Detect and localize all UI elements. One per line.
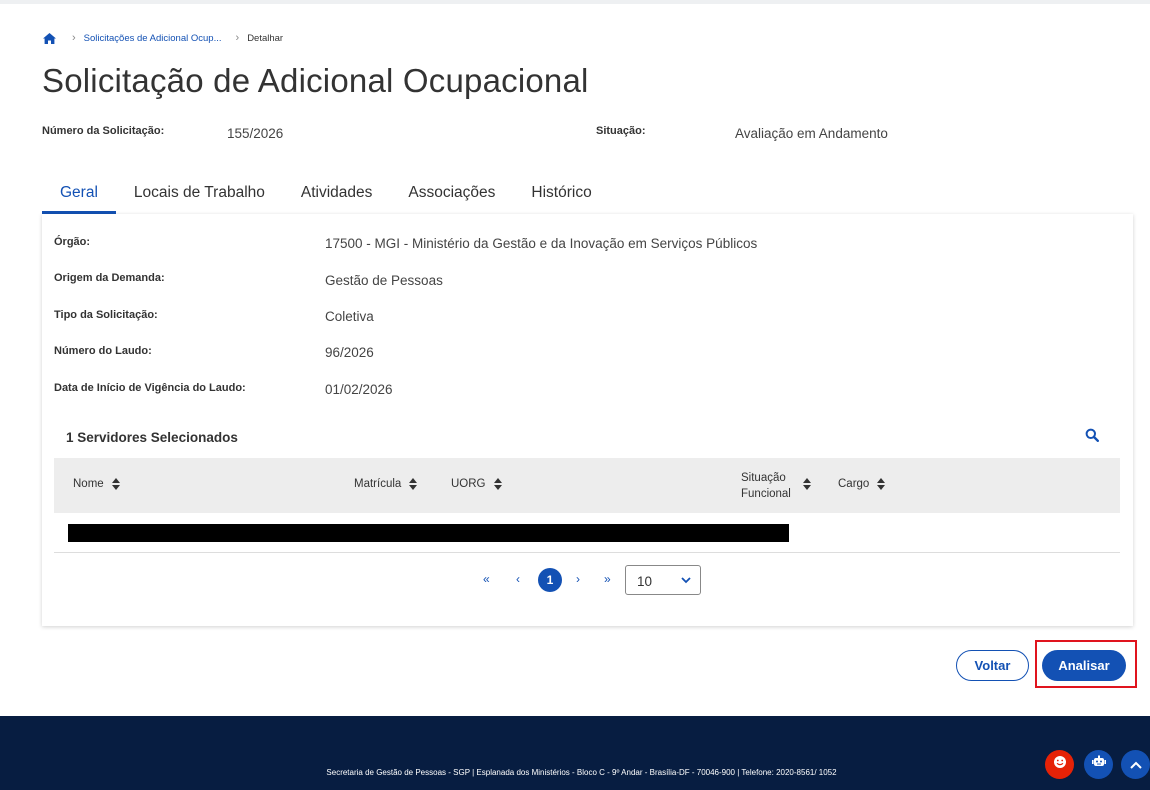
origem-demanda-value: Gestão de Pessoas [325,273,443,288]
home-icon[interactable] [42,31,58,45]
table-row[interactable] [54,513,1120,553]
column-header-situacao-funcional[interactable]: Situação Funcional [741,470,791,502]
numero-laudo-value: 96/2026 [325,345,374,360]
tab-associacoes[interactable]: Associações [390,176,513,214]
orgao-label: Órgão: [54,236,91,248]
smiley-icon [1053,755,1067,774]
origem-demanda-label: Origem da Demanda: [54,272,165,284]
chevron-up-icon [1129,756,1142,774]
numero-solicitacao-value: 155/2026 [227,126,284,141]
numero-laudo-label: Número do Laudo: [54,345,152,357]
column-header-cargo[interactable]: Cargo [838,478,886,490]
situacao-label: Situação: [596,125,646,137]
numero-solicitacao-label: Número da Solicitação: [42,125,165,137]
sort-icon[interactable] [409,478,418,490]
column-header-situacao-line1: Situação [741,472,786,484]
servers-section-title: 1 Servidores Selecionados [66,430,238,445]
orgao-value: 17500 - MGI - Ministério da Gestão e da … [325,236,758,251]
tab-locais-de-trabalho[interactable]: Locais de Trabalho [116,176,283,214]
items-per-page-select[interactable]: 10 [625,565,701,595]
column-header-uorg[interactable]: UORG [451,478,502,490]
column-header-nome-label: Nome [73,478,104,490]
redacted-row-content [68,524,789,542]
feedback-button[interactable] [1045,750,1074,779]
robot-icon [1091,755,1107,774]
footer-text: Secretaria de Gestão de Pessoas - SGP | … [326,768,837,777]
column-header-situacao-line2: Funcional [741,488,791,500]
top-border [0,0,1150,4]
data-inicio-vigencia-label: Data de Início de Vigência do Laudo: [54,382,246,394]
column-header-matricula[interactable]: Matrícula [354,478,418,490]
sort-icon[interactable] [877,478,886,490]
analisar-button[interactable]: Analisar [1042,650,1126,681]
sort-icon[interactable] [493,478,502,490]
column-header-uorg-label: UORG [451,478,486,490]
sort-icon[interactable] [803,478,811,490]
sort-icon[interactable] [111,478,120,490]
pagination-current-page[interactable]: 1 [538,568,562,592]
pagination-prev-button[interactable]: ‹ [516,572,520,586]
tipo-solicitacao-label: Tipo da Solicitação: [54,309,158,321]
pagination-first-button[interactable]: « [483,572,490,586]
tab-historico[interactable]: Histórico [513,176,609,214]
details-panel: Órgão: 17500 - MGI - Ministério da Gestã… [42,214,1133,626]
tab-bar: Geral Locais de Trabalho Atividades Asso… [42,176,610,214]
pagination-last-button[interactable]: » [604,572,611,586]
column-header-matricula-label: Matrícula [354,478,402,490]
chevron-right-icon: › [72,32,76,44]
chevron-right-icon: › [235,32,240,44]
servers-table-header: Nome Matrícula UORG Situação Funcional C… [54,458,1120,513]
data-inicio-vigencia-value: 01/02/2026 [325,382,393,397]
items-per-page-value: 10 [637,574,653,589]
breadcrumb-link-solicitacoes[interactable]: Solicitações de Adicional Ocup... [84,33,222,44]
page-title: Solicitação de Adicional Ocupacional [42,62,589,99]
tipo-solicitacao-value: Coletiva [325,309,374,324]
situacao-value: Avaliação em Andamento [735,126,888,141]
column-header-nome[interactable]: Nome [73,478,120,490]
chatbot-button[interactable] [1084,750,1113,779]
pagination-next-button[interactable]: › [576,572,580,586]
pagination: « ‹ 1 › » 10 [42,564,1133,596]
breadcrumb-current: Detalhar [247,32,284,44]
voltar-button[interactable]: Voltar [956,650,1029,681]
tab-atividades[interactable]: Atividades [283,176,391,214]
column-sort-situacao-funcional[interactable] [803,478,811,490]
column-header-cargo-label: Cargo [838,478,870,490]
scroll-top-button[interactable] [1121,750,1150,779]
breadcrumb: › Solicitações de Adicional Ocup... › De… [42,30,283,46]
chevron-down-icon [681,572,691,587]
tab-geral[interactable]: Geral [42,176,116,214]
footer: Secretaria de Gestão de Pessoas - SGP | … [0,716,1150,790]
search-icon[interactable] [1085,428,1101,444]
